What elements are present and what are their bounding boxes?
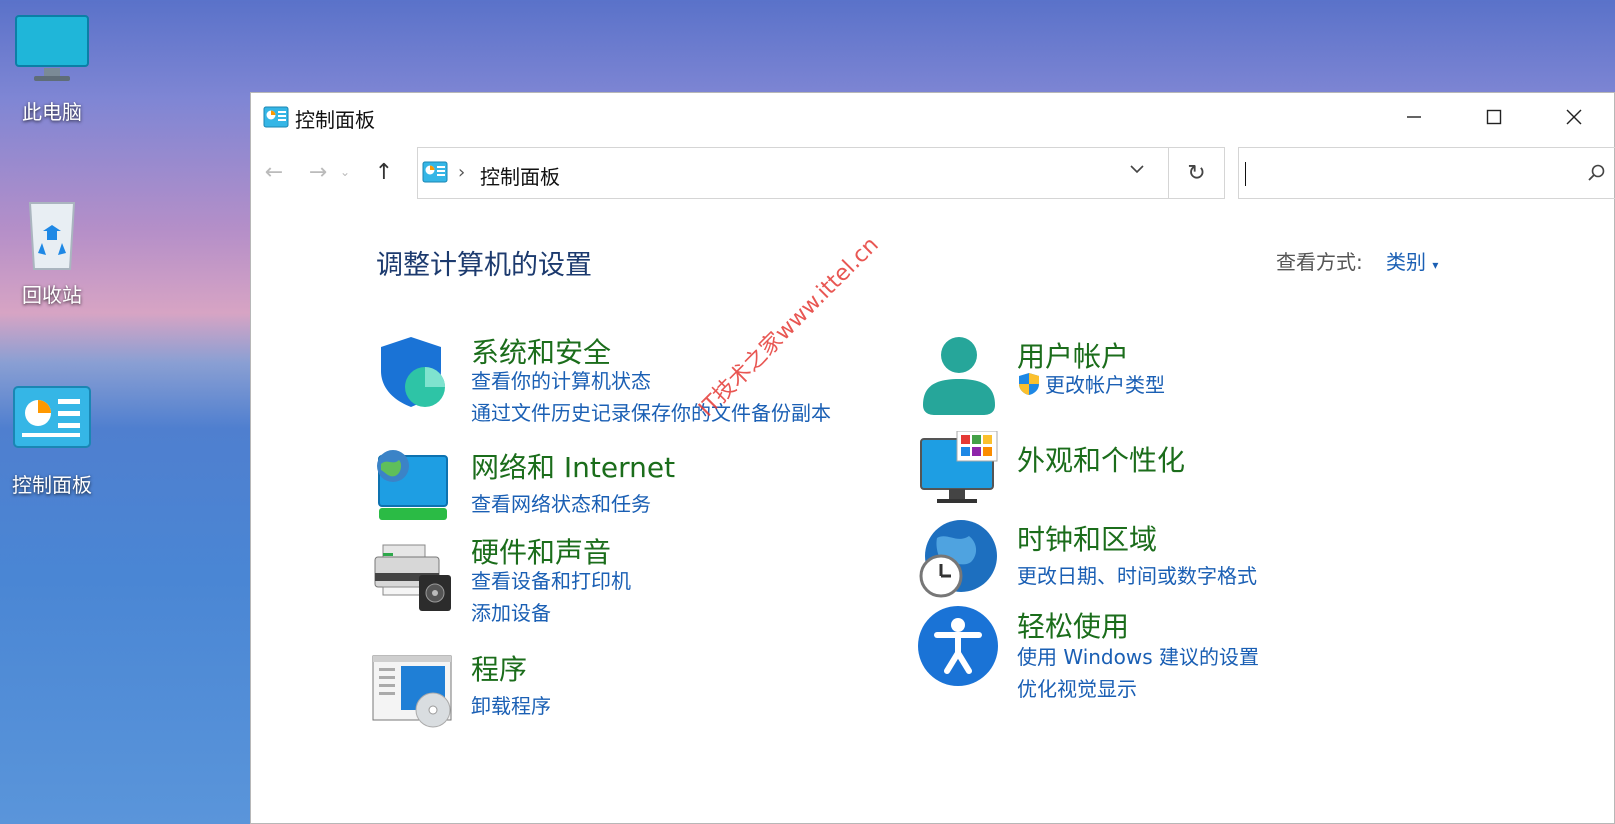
search-icon[interactable] [1587,164,1605,182]
network-globe-icon[interactable] [371,446,453,528]
accessibility-icon[interactable] [917,605,999,687]
refresh-icon: ↻ [1187,160,1206,186]
control-panel-icon [263,106,289,130]
category-link-row[interactable]: 更改帐户类型 [1017,369,1165,398]
chevron-down-icon: ⌄ [339,165,351,179]
navigation-bar: ← → ⌄ ↑ › 控制面板 ↻ [251,147,1615,199]
search-box[interactable] [1238,147,1615,199]
arrow-up-icon: ↑ [374,159,394,185]
minimize-button[interactable] [1374,93,1454,141]
view-by-value: 类别 [1386,250,1426,274]
shield-icon[interactable] [371,331,453,413]
refresh-button[interactable]: ↻ [1169,147,1225,199]
arrow-right-icon: → [308,159,328,185]
search-input[interactable] [1245,160,1549,190]
title-bar[interactable]: 控制面板 [251,93,1614,143]
category-title[interactable]: 时钟和区域 [1017,518,1157,558]
category-link[interactable]: 使用 Windows 建议的设置 [1017,641,1259,670]
minimize-icon [1407,116,1421,118]
arrow-left-icon: ← [264,159,284,185]
desktop-icon-this-pc[interactable]: 此电脑 [0,12,112,125]
monitor-icon [12,12,92,90]
clock-globe-icon[interactable] [917,518,999,600]
category-link[interactable]: 查看你的计算机状态 [471,365,651,394]
appearance-monitor-icon[interactable] [917,430,999,513]
breadcrumb-separator-icon: › [458,162,466,183]
category-title[interactable]: 程序 [471,648,527,688]
forward-button[interactable]: → [303,157,333,187]
back-button[interactable]: ← [259,157,289,187]
maximize-icon [1486,109,1502,125]
recycle-bin-icon [12,195,92,273]
programs-disc-icon[interactable] [371,648,453,730]
page-heading: 调整计算机的设置 [376,250,592,281]
caret-down-icon: ▾ [1432,258,1439,272]
up-button[interactable]: ↑ [369,157,399,187]
recent-locations-button[interactable]: ⌄ [337,157,353,187]
category-title[interactable]: 网络和 Internet [471,446,675,486]
window-title: 控制面板 [295,108,375,132]
desktop-icon-label: 回收站 [22,283,82,307]
address-dropdown-button[interactable] [1130,162,1144,178]
user-icon[interactable] [917,335,999,417]
category-link[interactable]: 更改日期、时间或数字格式 [1017,560,1257,589]
close-icon [1566,109,1582,125]
uac-shield-icon [1019,372,1039,395]
close-button[interactable] [1534,93,1614,141]
category-link[interactable]: 通过文件历史记录保存你的文件备份副本 [471,397,831,426]
control-panel-icon [422,161,448,185]
category-link[interactable]: 更改帐户类型 [1045,369,1165,398]
view-by-label: 查看方式: [1276,250,1363,274]
address-bar[interactable]: › 控制面板 [417,147,1169,199]
breadcrumb-control-panel[interactable]: 控制面板 [480,161,560,190]
category-link[interactable]: 查看设备和打印机 [471,565,631,594]
category-link[interactable]: 添加设备 [471,597,551,626]
maximize-button[interactable] [1454,93,1534,141]
category-link[interactable]: 优化视觉显示 [1017,673,1137,702]
desktop-icon-control-panel[interactable]: 控制面板 [0,385,112,498]
category-link[interactable]: 查看网络状态和任务 [471,488,651,517]
category-title[interactable]: 外观和个性化 [1017,439,1185,479]
view-by-dropdown[interactable]: 类别 ▾ [1386,246,1438,275]
printer-speaker-icon[interactable] [371,531,453,613]
category-title[interactable]: 轻松使用 [1017,605,1129,645]
desktop-icon-label: 控制面板 [12,473,92,497]
control-panel-icon [12,385,92,463]
control-panel-window: 控制面板 ← → ⌄ ↑ › 控制面板 ↻ 调整计算机的设置 查看方式: 类别 … [250,92,1615,824]
desktop-icon-recycle-bin[interactable]: 回收站 [0,195,112,308]
desktop-icon-label: 此电脑 [22,100,82,124]
category-link[interactable]: 卸载程序 [471,690,551,719]
chevron-down-icon [1130,165,1144,174]
